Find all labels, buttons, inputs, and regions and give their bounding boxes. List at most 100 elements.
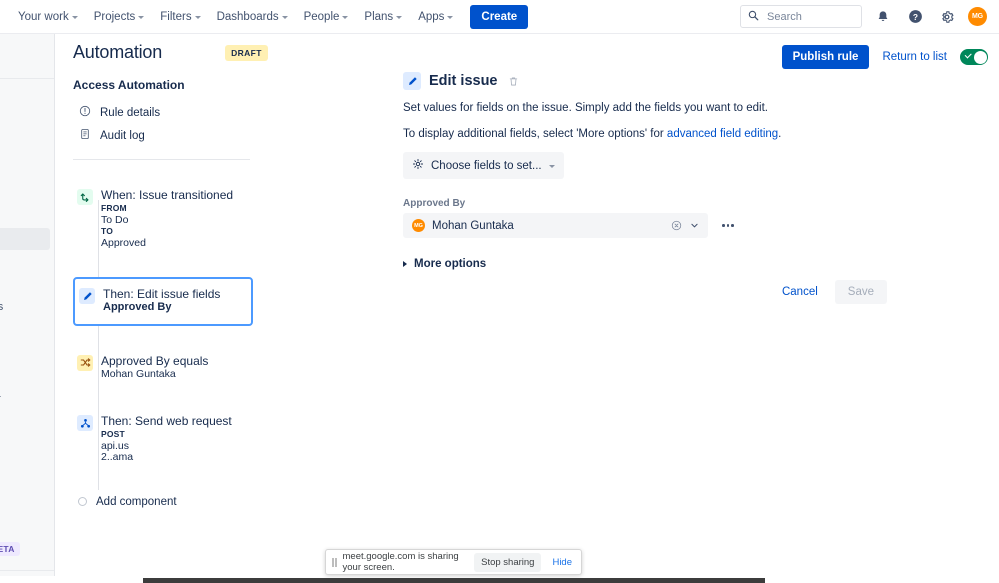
rule-component-detail: TO <box>101 226 114 236</box>
rule-component-body: Then: Send web request POST api.us 2..ama <box>101 414 282 464</box>
rule-component-title: Then: Send web request <box>101 414 232 428</box>
rule-component-body: Then: Edit issue fields Approved By <box>103 287 245 314</box>
sidebar-item-rule-details[interactable]: Rule details <box>73 101 273 124</box>
cancel-button[interactable]: Cancel <box>773 280 827 304</box>
search-input[interactable] <box>765 9 854 24</box>
sidebar-item-label: Audit log <box>100 129 145 142</box>
rule-component-title: Approved By equals <box>101 353 209 368</box>
nav-item-plans[interactable]: Plans <box>356 6 410 28</box>
rail-item-fragment[interactable]: nces <box>0 301 3 313</box>
edit-issue-detail-panel: Edit issue Set values for fields on the … <box>403 72 823 270</box>
hide-link[interactable]: Hide <box>547 557 577 568</box>
approved-by-select[interactable]: MG Mohan Guntaka <box>403 213 708 238</box>
nav-item-label: People <box>303 10 340 23</box>
chevron-down-icon <box>194 15 201 19</box>
clear-icon[interactable] <box>671 220 682 231</box>
rule-component[interactable]: When: Issue transitioned FROM To Do TO Appro… <box>73 182 288 255</box>
rule-navigation-panel: Access Automation Rule details Audit log <box>73 78 273 160</box>
rule-enabled-toggle[interactable] <box>960 49 988 65</box>
add-component-label: Add component <box>96 495 177 508</box>
search-box[interactable] <box>740 5 862 28</box>
rule-component-body: When: Issue transitioned FROM To Do TO Appro… <box>101 188 282 249</box>
rule-component-selected[interactable]: Then: Edit issue fields Approved By <box>73 277 253 326</box>
nav-item-people[interactable]: People <box>296 6 357 28</box>
main-content: Automation DRAFT Publish rule Return to … <box>55 34 999 583</box>
rule-component-detail: Approved <box>101 236 146 249</box>
nav-item-projects[interactable]: Projects <box>86 6 153 28</box>
help-icon[interactable]: ? <box>904 6 926 28</box>
drag-handle-icon[interactable] <box>332 557 337 567</box>
transition-icon <box>77 189 93 205</box>
chevron-down-icon <box>138 15 145 19</box>
rail-divider <box>0 78 54 79</box>
rule-component-detail: Mohan Guntaka <box>101 367 176 380</box>
document-icon <box>79 128 91 143</box>
return-to-list-link[interactable]: Return to list <box>882 51 947 63</box>
choose-fields-dropdown[interactable]: Choose fields to set... <box>403 152 564 179</box>
chevron-down-icon <box>71 15 78 19</box>
settings-icon[interactable] <box>936 6 958 28</box>
save-button[interactable]: Save <box>834 280 887 304</box>
notifications-icon[interactable] <box>872 6 894 28</box>
rule-component-title: When: Issue transitioned <box>101 188 234 202</box>
add-component-button[interactable]: Add component <box>73 492 288 512</box>
gear-icon <box>412 158 424 173</box>
more-options-label: More options <box>414 258 487 270</box>
bottom-strip-left-gap <box>0 576 143 583</box>
chevron-down-icon <box>396 15 403 19</box>
nav-items-group: Your work Projects Filters Dashboards People… <box>0 6 461 28</box>
top-navigation-bar: Your work Projects Filters Dashboards People… <box>0 0 999 34</box>
field-more-menu-icon[interactable] <box>718 216 738 236</box>
chevron-down-icon <box>281 15 288 19</box>
chevron-down-icon[interactable] <box>689 220 700 231</box>
delete-icon[interactable] <box>508 76 519 87</box>
approved-by-field-row: MG Mohan Guntaka <box>403 213 823 238</box>
avatar[interactable]: MG <box>968 7 987 26</box>
stop-sharing-button[interactable]: Stop sharing <box>474 552 542 572</box>
sidebar-item-audit-log[interactable]: Audit log <box>73 124 273 147</box>
nav-item-apps[interactable]: Apps <box>410 6 461 28</box>
nav-item-label: Your work <box>18 10 69 23</box>
publish-rule-button[interactable]: Publish rule <box>781 45 870 69</box>
toggle-knob <box>973 50 987 64</box>
nav-item-label: Apps <box>418 10 445 23</box>
beta-badge: BETA <box>0 542 20 556</box>
header-actions: Publish rule Return to list <box>781 45 988 69</box>
nav-item-label: Plans <box>364 10 394 23</box>
chevron-right-icon <box>403 261 407 267</box>
rail-selected-item[interactable] <box>0 228 50 250</box>
rule-component-detail: Approved By <box>103 301 172 313</box>
rail-bottom-divider <box>0 570 54 571</box>
share-message: meet.google.com is sharing your screen. <box>342 551 459 573</box>
search-icon <box>748 10 759 24</box>
create-button[interactable]: Create <box>470 4 529 29</box>
rule-component-detail: FROM <box>101 203 127 213</box>
dot <box>731 224 734 227</box>
detail-panel-title: Edit issue <box>429 73 498 89</box>
nav-item-dashboards[interactable]: Dashboards <box>209 6 296 28</box>
advanced-field-editing-link[interactable]: advanced field editing <box>667 128 778 140</box>
chevron-down-icon <box>447 15 454 19</box>
status-badge: DRAFT <box>225 44 268 61</box>
rule-component[interactable]: Approved By equals Mohan Guntaka <box>73 348 288 387</box>
desc-text-before: To display additional fields, select 'Mo… <box>403 128 667 140</box>
access-section-title: Access Automation <box>73 78 185 92</box>
rail-item-fragment[interactable]: er <box>0 393 1 405</box>
nav-item-label: Projects <box>93 10 136 23</box>
choose-fields-label: Choose fields to set... <box>431 159 542 172</box>
nav-item-your-work[interactable]: Your work <box>10 6 86 28</box>
rule-component-title: Then: Edit issue fields <box>103 287 221 301</box>
pencil-icon <box>79 288 95 304</box>
rule-component-detail: POST <box>101 429 125 439</box>
screen-share-notification-bar: meet.google.com is sharing your screen. … <box>325 549 582 575</box>
webhook-icon <box>77 415 93 431</box>
svg-text:?: ? <box>912 12 917 22</box>
divider <box>73 159 250 160</box>
nav-right-group: ? MG <box>740 5 999 28</box>
rule-component[interactable]: Then: Send web request POST api.us 2..ama <box>73 408 288 470</box>
page-title: Automation <box>73 42 163 62</box>
more-options-expander[interactable]: More options <box>403 258 823 270</box>
nav-item-filters[interactable]: Filters <box>152 6 208 28</box>
bottom-strip-right-gap <box>765 576 999 583</box>
detail-header: Edit issue <box>403 72 823 90</box>
